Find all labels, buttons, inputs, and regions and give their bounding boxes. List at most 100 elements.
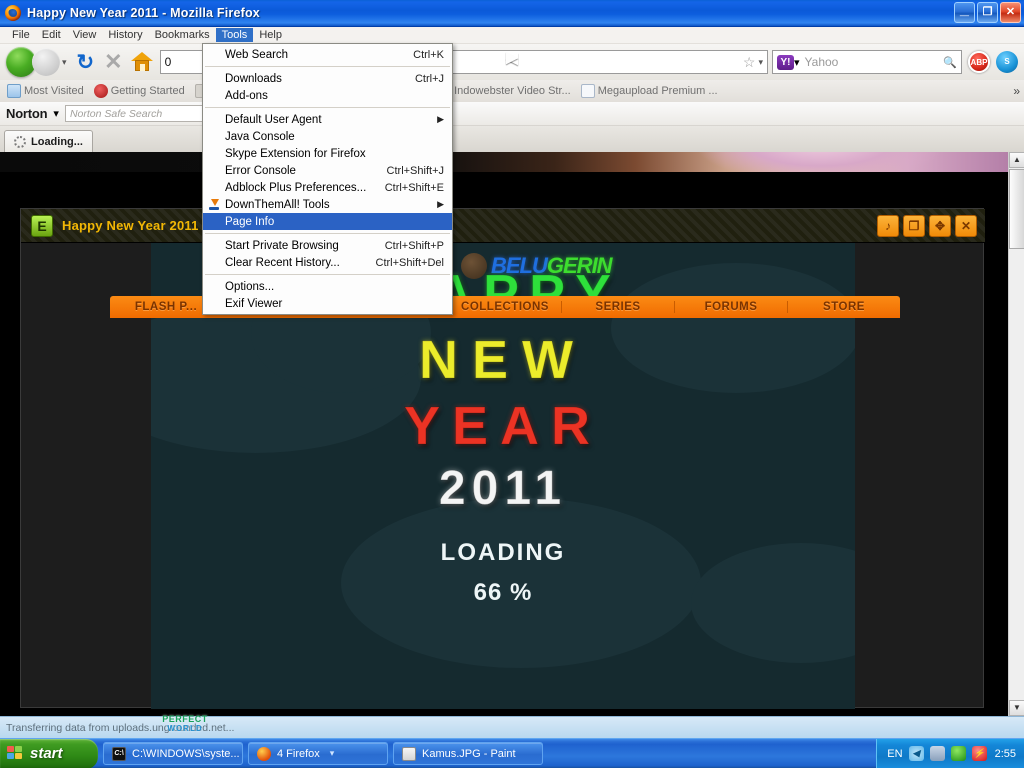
menu-item-label: Exif Viewer (225, 297, 283, 310)
bookmark-indowebster[interactable]: Indowebster Video Str... (434, 83, 574, 99)
menu-item-label: Error Console (225, 164, 296, 177)
scroll-up-button[interactable]: ▲ (1009, 152, 1024, 168)
scroll-down-button[interactable]: ▼ (1009, 700, 1024, 716)
bookmark-label: Getting Started (110, 85, 185, 97)
restore-button[interactable]: ❐ (977, 2, 998, 23)
menu-item-label: Adblock Plus Preferences... (225, 181, 367, 194)
chevron-down-icon[interactable]: ▾ (330, 748, 335, 759)
clock[interactable]: 2:55 (995, 748, 1016, 760)
taskbar-item-firefox[interactable]: 4 Firefox ▾ (248, 742, 388, 765)
menu-file[interactable]: File (6, 28, 36, 42)
forward-button[interactable]: ▶ (32, 48, 518, 76)
menu-item-java-console[interactable]: Java Console (203, 128, 452, 145)
menu-item-adblock-plus-preferences[interactable]: Adblock Plus Preferences... Ctrl+Shift+E (203, 179, 452, 196)
menu-item-label: Page Info (225, 215, 275, 228)
minimize-icon: _ (960, 1, 969, 18)
minimize-button[interactable]: _ (954, 2, 975, 23)
bookmark-getting-started[interactable]: Getting Started (91, 83, 188, 99)
system-tray: EN ◀ ⚡ 2:55 (876, 738, 1024, 768)
mute-button[interactable]: ♪ (877, 215, 899, 237)
norton-toolbar: Norton ▾ Norton Safe Search Identity Saf… (0, 102, 1024, 126)
downthemall-icon (208, 198, 220, 211)
windows-flag-icon (7, 745, 24, 762)
restore-button[interactable]: ❐ (903, 215, 925, 237)
site-nav-store[interactable]: STORE (788, 301, 900, 313)
menu-view[interactable]: View (67, 28, 103, 42)
network-icon[interactable] (929, 746, 945, 761)
home-icon[interactable] (130, 52, 153, 72)
menu-item-accelerator: Ctrl+Shift+E (384, 181, 444, 194)
menu-item-label: Web Search (225, 48, 289, 61)
bookmark-megaupload[interactable]: Megaupload Premium ... (578, 83, 721, 99)
fullscreen-button[interactable]: ✥ (929, 215, 951, 237)
taskbar-item-cmd[interactable]: C:\ C:\WINDOWS\syste... (103, 742, 243, 765)
site-nav-forums[interactable]: FORUMS (675, 301, 788, 313)
menu-item-accelerator: Ctrl+J (414, 72, 444, 85)
submenu-arrow-icon: ▶ (437, 199, 444, 209)
show-hidden-icons-icon[interactable]: ◀ (908, 746, 924, 761)
submenu-arrow-icon: ▶ (437, 114, 444, 124)
scrollbar-thumb[interactable] (1009, 169, 1024, 249)
page-viewport: FLASH P... ...MES MOVIES COLLECTIONS SER… (0, 152, 1024, 716)
navigation-toolbar: ◀ ▶ ▾ ↻ ✕ 0 ☆ ▾ Y! ▾ Yahoo 🔍 ABP S (0, 44, 1024, 80)
menu-edit[interactable]: Edit (36, 28, 67, 42)
menu-item-options[interactable]: Options... (203, 278, 452, 295)
site-nav-collections[interactable]: COLLECTIONS (449, 301, 562, 313)
tab-label: Loading... (31, 135, 83, 148)
security-shield-icon[interactable] (950, 746, 966, 761)
menu-item-skype-extension[interactable]: Skype Extension for Firefox (203, 145, 452, 162)
flash-window-title: Happy New Year 2011 (62, 218, 199, 233)
taskbar-item-paint[interactable]: Kamus.JPG - Paint (393, 742, 543, 765)
taskbar-item-label: 4 Firefox (277, 747, 320, 760)
power-icon[interactable]: ⚡ (971, 746, 987, 761)
firefox-icon (5, 5, 21, 21)
menu-item-downloads[interactable]: Downloads Ctrl+J (203, 70, 452, 87)
norton-logo[interactable]: Norton (6, 106, 48, 121)
menu-item-web-search[interactable]: Web Search Ctrl+K (203, 46, 452, 63)
taskbar-item-label: Kamus.JPG - Paint (422, 747, 516, 760)
close-button[interactable]: ✕ (955, 215, 977, 237)
menu-separator (205, 107, 450, 108)
menu-item-label: DownThemAll! Tools (225, 198, 330, 211)
bookmarks-overflow-icon[interactable]: » (1013, 84, 1020, 98)
menu-tools[interactable]: Tools (215, 28, 254, 42)
loading-label: LOADING (440, 539, 566, 566)
menu-bookmarks[interactable]: Bookmarks (149, 28, 216, 42)
cmd-icon: C:\ (112, 746, 126, 761)
bookmark-label: Megaupload Premium ... (597, 85, 718, 97)
close-button[interactable]: ✕ (1000, 2, 1021, 23)
site-banner (0, 152, 1008, 172)
flash-window-controls: ♪ ❐ ✥ ✕ (877, 215, 977, 237)
menu-item-error-console[interactable]: Error Console Ctrl+Shift+J (203, 162, 452, 179)
menu-help[interactable]: Help (253, 28, 288, 42)
menu-bar: File Edit View History Bookmarks Tools H… (0, 27, 1024, 44)
menu-item-add-ons[interactable]: Add-ons (203, 87, 452, 104)
menu-item-default-user-agent[interactable]: Default User Agent ▶ (203, 111, 452, 128)
menu-item-exif-viewer[interactable]: Exif Viewer (203, 295, 452, 312)
taskbar: start C:\ C:\WINDOWS\syste... 4 Firefox … (0, 738, 1024, 768)
menu-item-label: Java Console (225, 130, 295, 143)
menu-history[interactable]: History (102, 28, 148, 42)
getting-started-icon (93, 84, 108, 98)
menu-item-page-info[interactable]: Page Info (203, 213, 452, 230)
language-indicator[interactable]: EN (887, 748, 902, 760)
start-button[interactable]: start (0, 738, 98, 768)
vertical-scrollbar[interactable]: ▲ ▼ (1008, 152, 1024, 716)
greeting-line-year: YEAR (403, 396, 603, 457)
restore-icon: ❐ (982, 6, 993, 18)
menu-item-label: Default User Agent (225, 113, 322, 126)
menu-item-downthemall-tools[interactable]: DownThemAll! Tools ▶ (203, 196, 452, 213)
start-label: start (30, 745, 63, 762)
status-text: Transferring data from uploads.ungrounde… (6, 721, 235, 734)
menu-item-start-private-browsing[interactable]: Start Private Browsing Ctrl+Shift+P (203, 237, 452, 254)
taskbar-item-label: C:\WINDOWS\syste... (132, 747, 240, 760)
menu-item-clear-recent-history[interactable]: Clear Recent History... Ctrl+Shift+Del (203, 254, 452, 271)
firefox-icon (257, 746, 271, 761)
paint-icon (402, 746, 416, 761)
site-nav-series[interactable]: SERIES (562, 301, 675, 313)
bookmark-most-visited[interactable]: Most Visited (4, 83, 87, 99)
norton-dropdown-icon[interactable]: ▾ (53, 107, 59, 120)
tab-loading[interactable]: Loading... (4, 130, 93, 152)
menu-item-label: Options... (225, 280, 275, 293)
menu-item-accelerator: Ctrl+K (413, 48, 444, 61)
